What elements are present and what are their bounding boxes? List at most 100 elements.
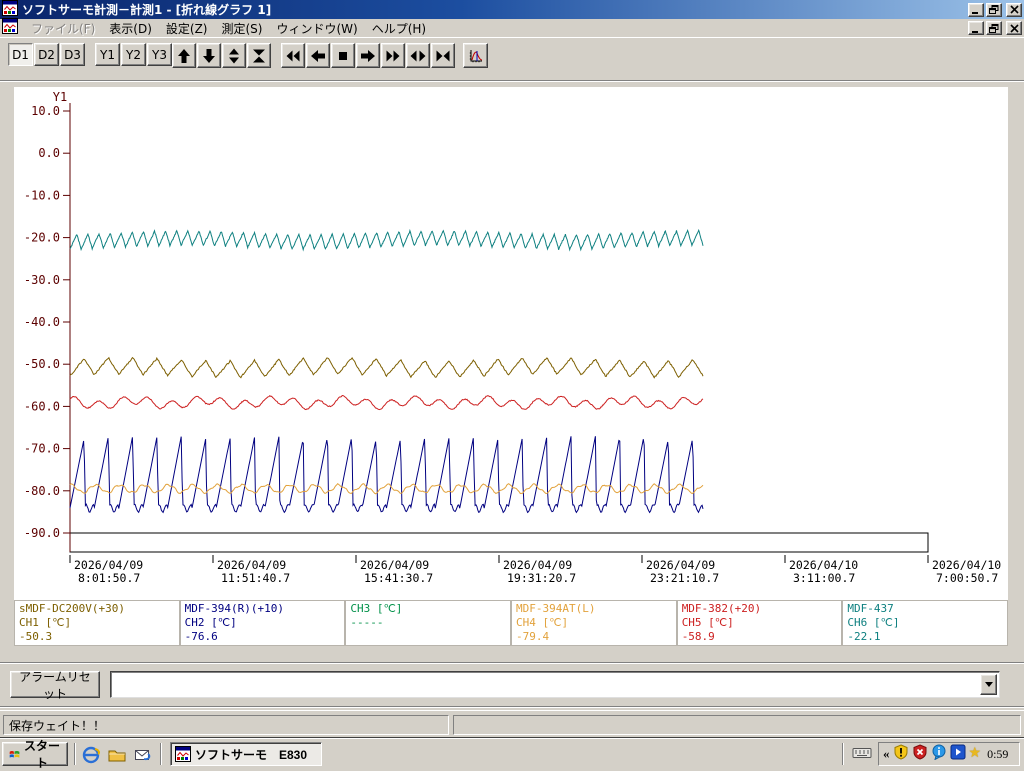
stop-icon [335,48,351,64]
channel-label: CH5 [℃] [682,616,838,630]
d3-button[interactable]: D3 [60,43,85,66]
child-minimize-button[interactable] [968,21,984,35]
task-button-label: ソフトサーモ E830 [195,746,307,763]
divider [160,743,162,765]
legend-cell-ch3: CH3 [℃] ----- [345,600,511,646]
x-tick-date: 2026/04/09 [503,558,572,572]
y-tick-label: -70.0 [24,442,60,456]
y-tick-label: -80.0 [24,484,60,498]
x-tick-time: 15:41:30.7 [364,571,433,585]
x-tick-time: 8:01:50.7 [78,571,140,585]
y1-button[interactable]: Y1 [95,43,120,66]
taskbar-clock: 0:59 [987,747,1008,762]
menu-item-help[interactable]: ヘルプ(H) [365,19,433,38]
x-tick-time: 3:11:00.7 [793,571,855,585]
app-icon [2,0,18,20]
channel-name: MDF-394AT(L) [516,602,672,616]
channel-label: CH6 [℃] [847,616,1003,630]
channel-value: -76.6 [185,630,341,644]
menu-item-measure[interactable]: 測定(S) [214,19,269,38]
legend-row: sMDF-DC200V(+30) CH1 [℃] -50.3 MDF-394(R… [14,600,1008,646]
quick-launch-ie-icon[interactable] [80,744,102,765]
scroll-right-button[interactable] [356,43,380,68]
windows-logo-icon [9,748,20,761]
x-tick-time: 11:51:40.7 [221,571,290,585]
divider [74,743,76,765]
x-tick-time: 23:21:10.7 [650,571,719,585]
status-bar: 保存ウェイト！！ [0,710,1024,737]
d1-button[interactable]: D1 [8,43,33,66]
legend-cell-ch4: MDF-394AT(L) CH4 [℃] -79.4 [511,600,677,646]
menu-item-view[interactable]: 表示(D) [102,19,159,38]
stop-button[interactable] [331,43,355,68]
tray-star-icon[interactable]: ★ [969,747,982,761]
channel-name: MDF-437 [847,602,1003,616]
alarm-combobox[interactable] [110,671,1000,698]
menu-item-file[interactable]: ファイル(F) [24,19,102,38]
combo-dropdown-button[interactable] [980,674,997,695]
channel-name: MDF-394(R)(+10) [185,602,341,616]
status-message: 保存ウェイト！！ [9,717,105,734]
alarm-reset-button[interactable]: アラームリセット [10,671,100,698]
child-window-icon[interactable] [2,18,18,38]
channel-label: CH1 [℃] [19,616,175,630]
menu-item-settings[interactable]: 設定(Z) [159,19,215,38]
arrow-left-icon [310,48,326,64]
expand-vertical-button[interactable] [222,43,246,68]
fast-rewind-button[interactable] [281,43,305,68]
x-tick-time: 19:31:20.7 [507,571,576,585]
x-tick-date: 2026/04/09 [74,558,143,572]
minimize-button[interactable] [968,3,984,17]
d2-button[interactable]: D2 [34,43,59,66]
scroll-left-button[interactable] [306,43,330,68]
x-tick-time: 7:00:50.7 [936,571,998,585]
tray-shield-error-icon[interactable] [912,744,928,765]
channel-value: ----- [350,616,506,630]
toolbar: D1 D2 D3 Y1 Y2 Y3 [0,37,1024,80]
quick-launch-mail-icon[interactable] [132,744,154,765]
arrow-right-icon [360,48,376,64]
expand-horizontal-button[interactable] [406,43,430,68]
y-axis-title: Y1 [53,90,67,104]
quick-launch-desktop-icon[interactable] [106,744,128,765]
tray-info-icon[interactable] [931,744,947,765]
arrows-up-down-icon [226,48,242,64]
series-6-line [70,230,703,250]
tray-chevron[interactable]: « [883,746,890,762]
task-button-icon [175,746,191,762]
y3-button[interactable]: Y3 [147,43,172,66]
task-button-softthermo[interactable]: ソフトサーモ E830 [170,742,322,766]
channel-name: sMDF-DC200V(+30) [19,602,175,616]
divider [842,743,844,765]
series-2-line [70,436,703,512]
window-title: ソフトサーモ計測－計測1 - [折れ線グラフ 1] [22,1,271,18]
channel-label: CH2 [℃] [185,616,341,630]
fast-forward-button[interactable] [381,43,405,68]
series-5-line [70,396,703,410]
combo-value[interactable] [113,674,979,695]
graph-settings-button[interactable] [463,43,488,68]
y2-button[interactable]: Y2 [121,43,146,66]
y-tick-label: -30.0 [24,273,60,287]
keyboard-icon[interactable] [852,745,872,765]
channel-value: -79.4 [516,630,672,644]
close-button[interactable] [1006,3,1022,17]
channel-name: MDF-382(+20) [682,602,838,616]
child-restore-button[interactable] [986,21,1002,35]
child-close-button[interactable] [1006,21,1022,35]
restore-button[interactable] [986,3,1002,17]
tray-play-icon[interactable] [950,744,966,765]
start-button[interactable]: スタート [2,742,68,766]
scroll-up-button[interactable] [172,43,196,68]
legend-cell-ch1: sMDF-DC200V(+30) CH1 [℃] -50.3 [14,600,180,646]
menu-item-window[interactable]: ウィンドウ(W) [269,19,364,38]
status-message-panel: 保存ウェイト！！ [3,715,449,735]
arrow-up-icon [176,48,192,64]
system-tray: « ★ 0:59 [878,742,1020,766]
legend-cell-ch2: MDF-394(R)(+10) CH2 [℃] -76.6 [180,600,346,646]
fit-vertical-button[interactable] [247,43,271,68]
fit-horizontal-button[interactable] [431,43,455,68]
scroll-down-button[interactable] [197,43,221,68]
tray-shield-warning-icon[interactable] [893,744,909,765]
arrow-down-icon [201,48,217,64]
